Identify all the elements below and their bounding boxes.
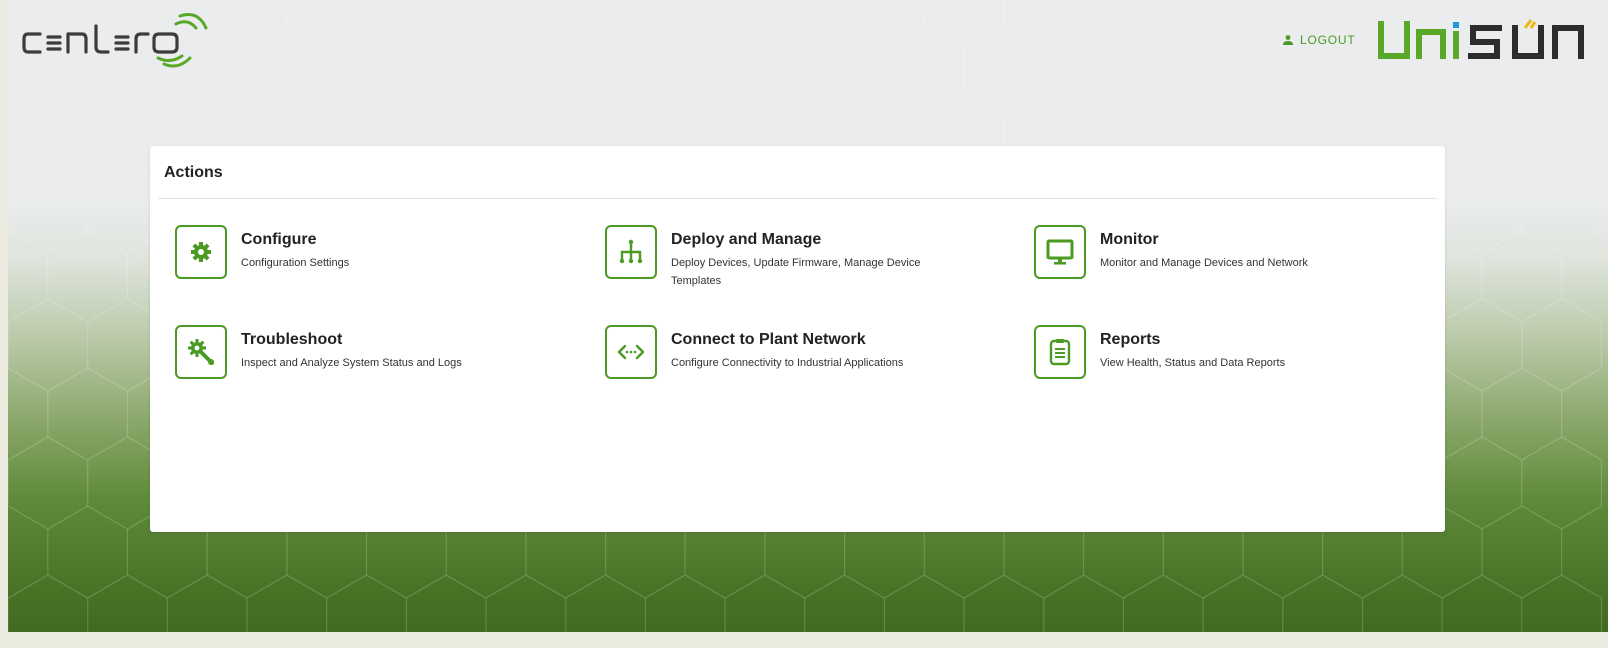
action-configure[interactable]: Configure Configuration Settings xyxy=(175,225,349,279)
action-description: Inspect and Analyze System Status and Lo… xyxy=(241,357,462,369)
action-title: Configure xyxy=(241,231,317,248)
action-deploy-and-manage[interactable]: Deploy and Manage Deploy Devices, Update… xyxy=(605,225,971,290)
monitor-icon xyxy=(1034,225,1086,279)
action-connect-to-plant-network[interactable]: Connect to Plant Network Configure Conne… xyxy=(605,325,903,379)
network-deploy-icon xyxy=(605,225,657,279)
action-title: Monitor xyxy=(1100,231,1159,248)
action-title: Deploy and Manage xyxy=(671,231,822,248)
actions-title: Actions xyxy=(164,164,223,181)
action-description: Deploy Devices, Update Firmware, Manage … xyxy=(671,257,921,287)
centero-logo[interactable] xyxy=(18,12,218,72)
action-monitor[interactable]: Monitor Monitor and Manage Devices and N… xyxy=(1034,225,1308,279)
action-description: Configure Connectivity to Industrial App… xyxy=(671,357,904,369)
action-description: View Health, Status and Data Reports xyxy=(1100,357,1286,369)
clipboard-icon xyxy=(1034,325,1086,379)
logout-label: LOGOUT xyxy=(1300,33,1356,47)
action-title: Reports xyxy=(1100,331,1161,348)
page-frame: LOGOUT Actions Configure Configuration S… xyxy=(8,0,1608,632)
code-connect-icon xyxy=(605,325,657,379)
action-title: Troubleshoot xyxy=(241,331,343,348)
gear-wrench-icon xyxy=(175,325,227,379)
action-troubleshoot[interactable]: Troubleshoot Inspect and Analyze System … xyxy=(175,325,462,379)
logout-button[interactable]: LOGOUT xyxy=(1282,31,1355,49)
action-description: Configuration Settings xyxy=(241,257,350,269)
action-description: Monitor and Manage Devices and Network xyxy=(1100,257,1308,269)
gear-icon xyxy=(175,225,227,279)
actions-card: Actions Configure Configuration Settings… xyxy=(150,146,1445,532)
person-icon xyxy=(1283,35,1293,45)
unison-logo xyxy=(1378,19,1584,59)
action-title: Connect to Plant Network xyxy=(671,331,866,348)
action-reports[interactable]: Reports View Health, Status and Data Rep… xyxy=(1034,325,1285,379)
divider xyxy=(158,198,1437,199)
header: LOGOUT xyxy=(8,0,1608,80)
